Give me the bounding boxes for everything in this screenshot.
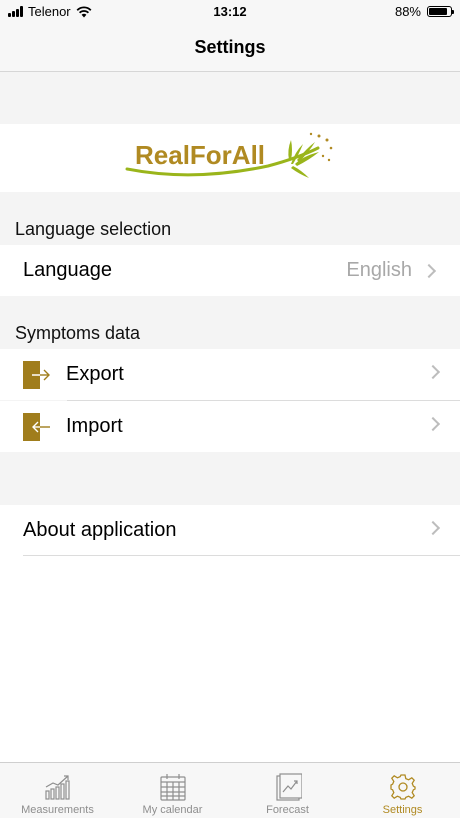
bar-chart-icon <box>44 775 70 800</box>
forecast-icon <box>275 773 302 801</box>
import-row[interactable]: Import <box>0 401 460 452</box>
tab-my-calendar[interactable]: My calendar <box>115 763 230 818</box>
chevron-right-icon <box>425 364 441 380</box>
tab-label: My calendar <box>142 804 203 816</box>
tab-bar: Measurements My calendar Forecast Settin… <box>0 762 460 818</box>
about-label: About application <box>23 519 177 541</box>
import-icon <box>23 412 50 441</box>
logo-section: RealForAll <box>0 124 460 192</box>
tab-forecast[interactable]: Forecast <box>230 763 345 818</box>
tab-settings[interactable]: Settings <box>345 763 460 818</box>
language-row[interactable]: Language English <box>0 245 460 296</box>
chevron-right-icon <box>421 263 437 278</box>
page-title: Settings <box>194 37 266 57</box>
realforall-logo: RealForAll <box>125 132 332 178</box>
chevron-right-icon <box>425 520 441 536</box>
language-row-value: English <box>346 259 412 281</box>
settings-screen: Telenor 13:12 88% Settings RealForAll La… <box>0 0 460 818</box>
export-row[interactable]: Export <box>0 349 460 400</box>
tab-measurements[interactable]: Measurements <box>0 763 115 818</box>
status-right: 88% <box>394 4 454 19</box>
tab-label: Forecast <box>266 804 309 816</box>
logo-leaf-icon <box>287 140 319 178</box>
language-row-label: Language <box>23 259 112 281</box>
navigation-bar: Settings <box>0 24 460 72</box>
calendar-icon <box>159 774 186 801</box>
export-icon <box>23 360 50 389</box>
tab-label: Measurements <box>21 804 94 816</box>
status-time: 13:12 <box>213 4 247 19</box>
logo-dots-icon <box>309 132 332 162</box>
language-section-header: Language selection <box>15 219 172 239</box>
chevron-right-icon <box>425 416 441 432</box>
battery-icon <box>427 6 454 17</box>
gear-icon <box>389 774 416 800</box>
status-bar: Telenor 13:12 88% <box>0 0 460 24</box>
battery-percent: 88% <box>394 4 421 19</box>
tab-label: Settings <box>382 804 423 816</box>
import-label: Import <box>66 415 123 437</box>
logo-text: RealForAll <box>135 140 265 170</box>
about-row[interactable]: About application <box>0 505 460 556</box>
content-background <box>0 556 460 763</box>
export-label: Export <box>66 363 124 385</box>
symptoms-section-header: Symptoms data <box>15 323 141 343</box>
